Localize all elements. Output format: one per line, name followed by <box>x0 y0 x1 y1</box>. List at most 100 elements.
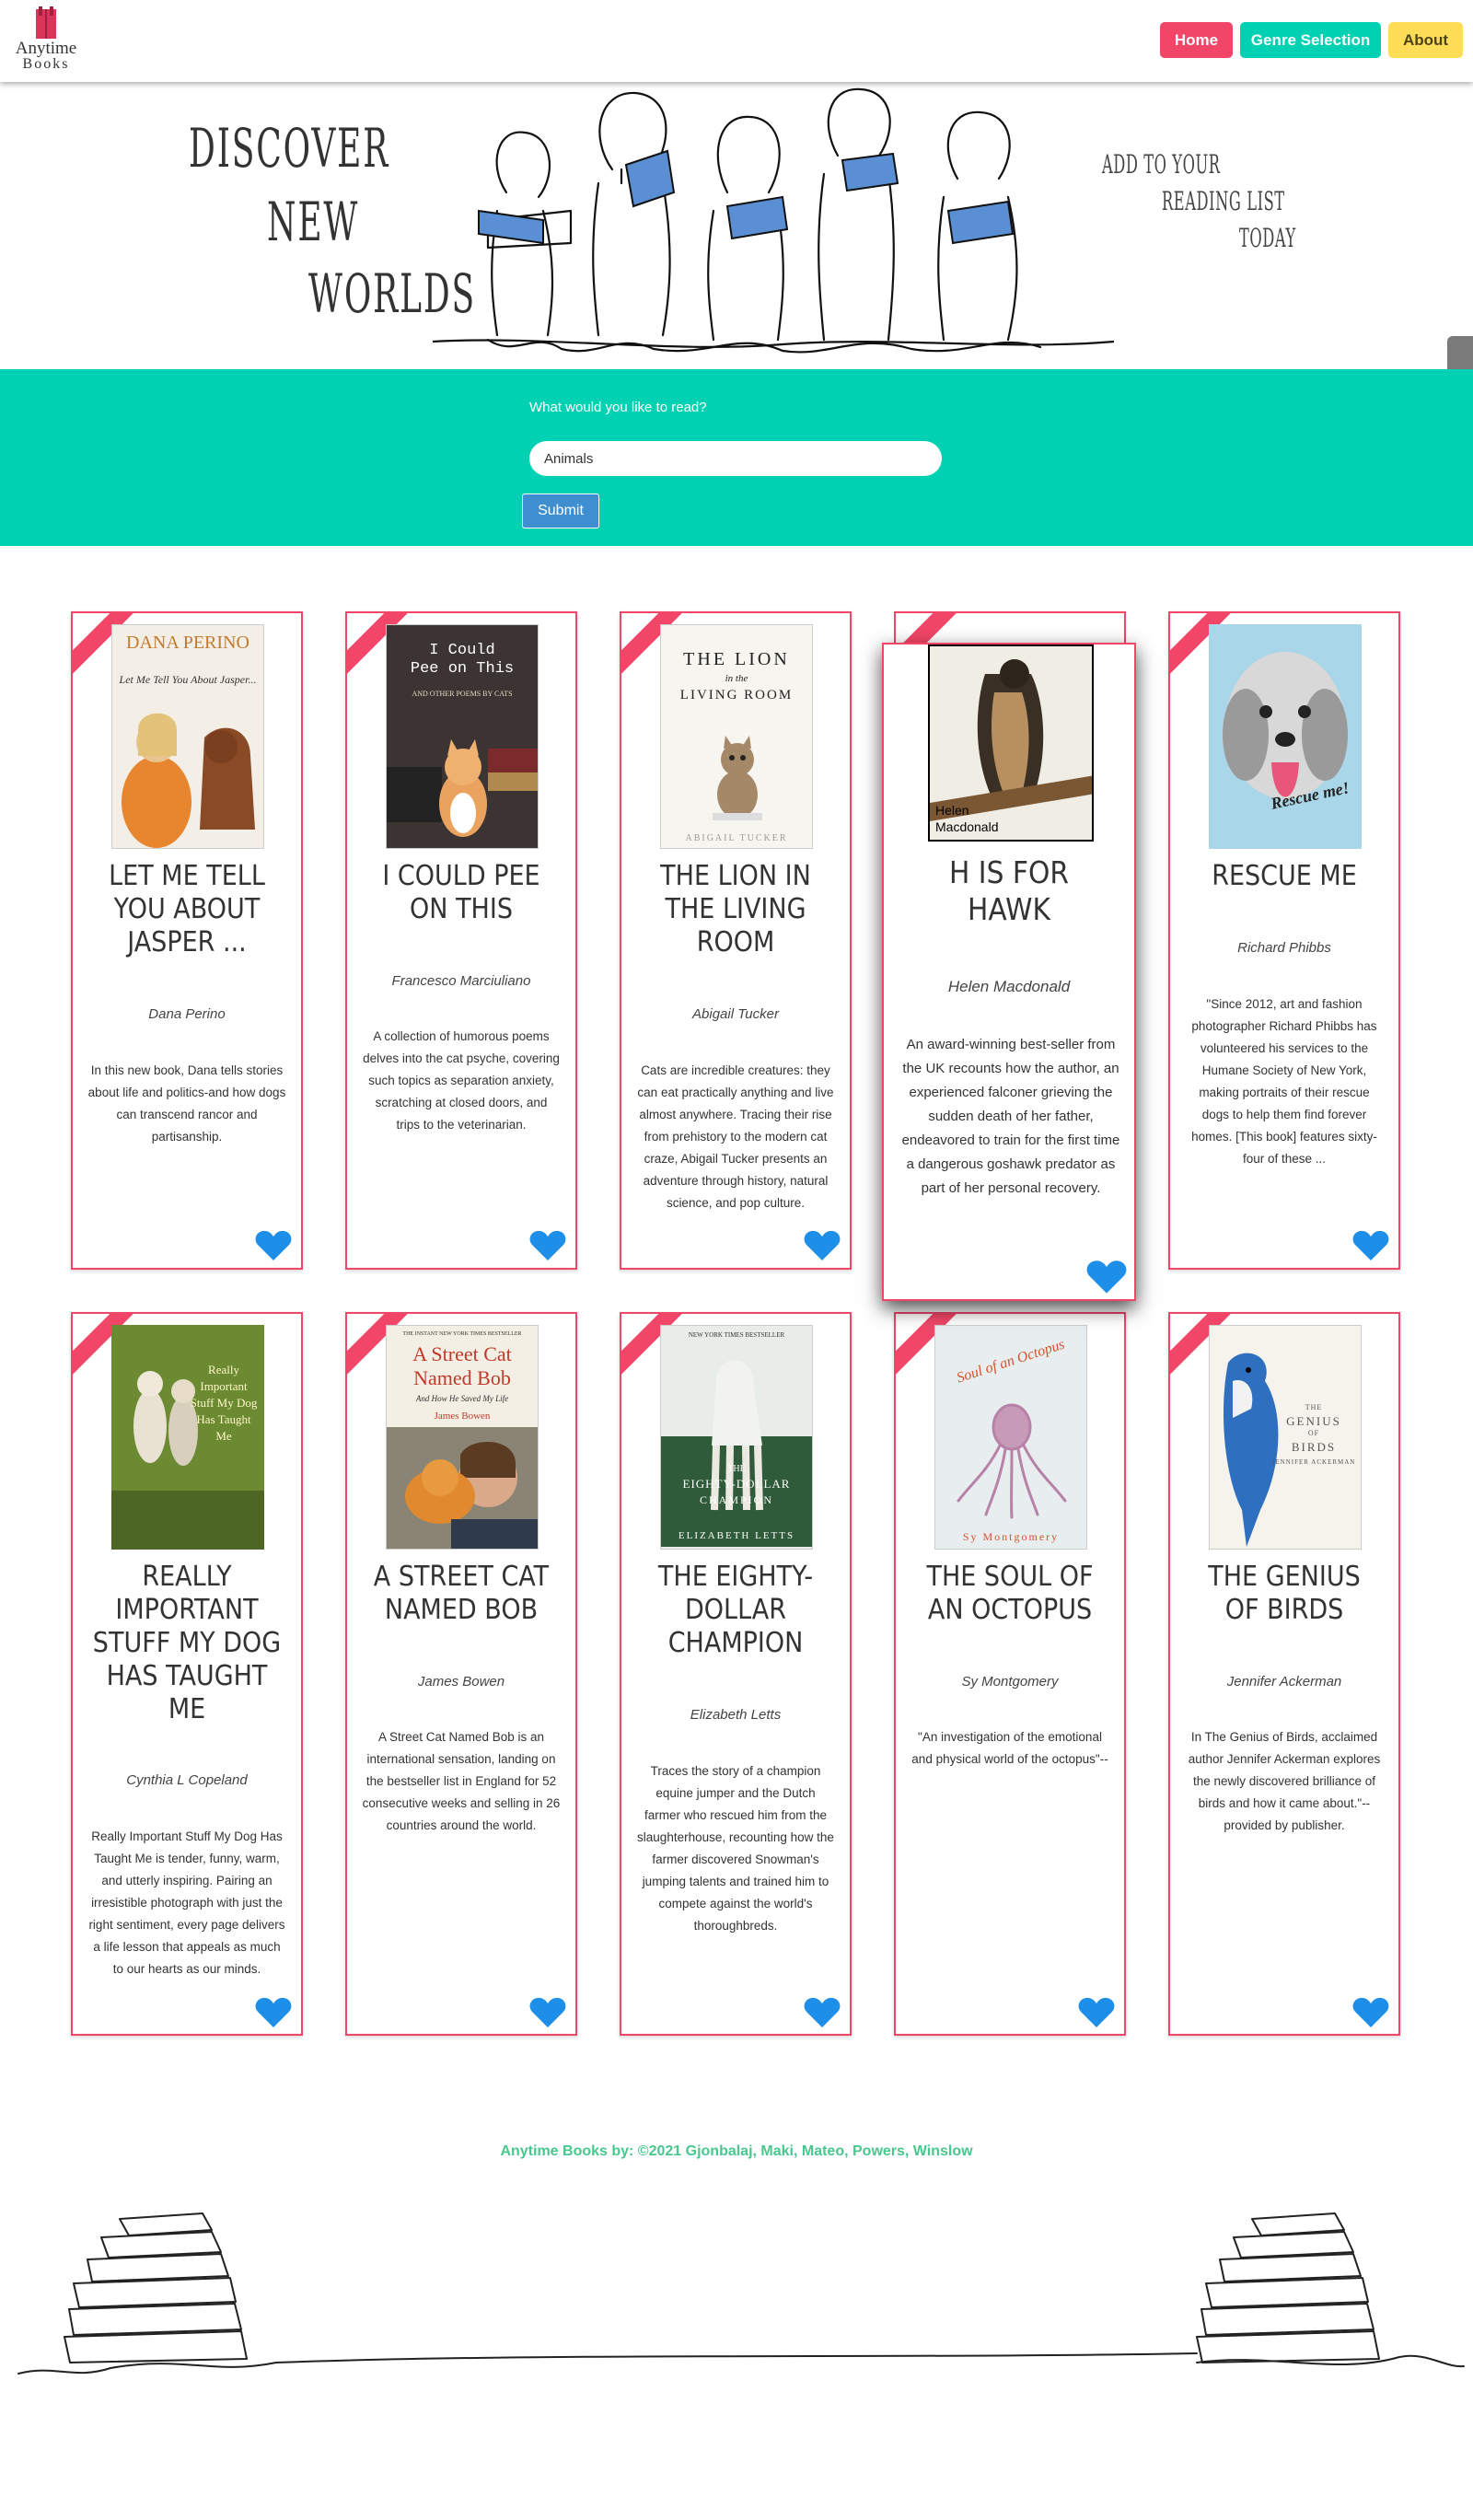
hero-tagline-line2: reading list <box>1162 186 1285 216</box>
book-cover: THE LION in the LIVING ROOM ABIGAIL TUCK… <box>660 624 813 849</box>
book-title: The Lion in the Living Room <box>660 860 811 958</box>
book-card[interactable]: THE LION in the LIVING ROOM ABIGAIL TUCK… <box>620 611 852 1270</box>
octopus-cover <box>957 1403 1067 1519</box>
search-label: What would you like to read? <box>529 400 707 415</box>
kitten-cover <box>713 736 762 820</box>
cover-title: A Street Cat <box>412 1342 512 1365</box>
favorite-heart-icon[interactable] <box>529 1997 566 2028</box>
cover-title: THE <box>1305 1403 1323 1411</box>
navbar: Anytime Books Home Genre Selection About <box>0 0 1473 82</box>
cover-title-3: LIVING ROOM <box>679 688 794 703</box>
book-card[interactable]: THE GENIUS OF BIRDS JENNIFER ACKERMAN Th… <box>1168 1312 1400 2036</box>
book-description: "An investigation of the emotional and p… <box>911 1730 1108 1766</box>
book-title: The Eighty-Dollar Champion <box>657 1561 814 1659</box>
book-description: A collection of humorous poems delves in… <box>363 1029 560 1132</box>
nav-home-button[interactable]: Home <box>1160 22 1233 58</box>
book-description: Traces the story of a champion equine ju… <box>637 1764 834 1933</box>
nav-about-button[interactable]: About <box>1388 22 1463 58</box>
book-title: Let Me Tell You About Jasper ... <box>109 860 265 958</box>
book-author: Helen Macdonald <box>947 978 1071 995</box>
book-author: Sy Montgomery <box>961 1674 1059 1690</box>
book-card[interactable]: Soul of an Octopus Sy Montgomery The Sou… <box>894 1312 1126 2036</box>
book-title: Rescue Me <box>1212 860 1357 892</box>
book-title: Really Important Stuff My Dog Has Taught… <box>92 1561 282 1725</box>
cover-title: THE <box>727 1464 746 1474</box>
cover-author: ABIGAIL TUCKER <box>685 833 788 843</box>
search-input[interactable] <box>529 441 942 476</box>
book-card[interactable]: THE INSTANT NEW YORK TIMES BESTSELLER A … <box>345 1312 577 2036</box>
book-title: The Soul of an Octopus <box>926 1561 1094 1626</box>
dog-photo-cover <box>122 713 255 848</box>
book-description: An award-winning best-seller from the UK… <box>901 1037 1120 1196</box>
footer-credit: Anytime Books by: ©2021 Gjonbalaj, Maki,… <box>500 2143 973 2159</box>
search-section: What would you like to read? Submit <box>0 369 1473 546</box>
book-card[interactable]: NEW YORK TIMES BESTSELLER THE EIGHTY-DOL… <box>620 1312 852 2036</box>
cover-title-4: BIRDS <box>1291 1440 1337 1454</box>
cover-subtitle: Let Me Tell You About Jasper... <box>119 673 257 686</box>
book-author: Dana Perino <box>148 1006 226 1022</box>
book-author: Francesco Marciuliano <box>391 973 531 989</box>
book-card[interactable]: I Could Pee on This AND OTHER POEMS BY C… <box>345 611 577 1270</box>
book-description: In The Genius of Birds, acclaimed author… <box>1188 1730 1381 1832</box>
cat-typewriter-cover <box>387 739 538 837</box>
cover-author: Sy Montgomery <box>962 1530 1060 1543</box>
book-author: James Bowen <box>417 1674 505 1690</box>
book-title: A Street Cat Named Bob <box>373 1561 550 1626</box>
cover-title: Soul of an Octopus <box>955 1336 1067 1387</box>
cover-subtitle: AND OTHER POEMS BY CATS <box>412 690 513 698</box>
nav-genre-button[interactable]: Genre Selection <box>1240 22 1381 58</box>
book-description: "Since 2012, art and fashion photographe… <box>1191 997 1377 1166</box>
book-author: Abigail Tucker <box>692 1006 779 1022</box>
cover-title-2: Named Bob <box>413 1366 511 1389</box>
book-card[interactable]: DANA PERINO Let Me Tell You About Jasper… <box>71 611 303 1270</box>
book-cover: Rescue me! <box>1209 624 1362 849</box>
favorite-heart-icon[interactable] <box>1078 1997 1115 2028</box>
book-cover: I Could Pee on This AND OTHER POEMS BY C… <box>386 624 539 849</box>
book-description: Cats are incredible creatures: they can … <box>637 1063 834 1210</box>
book-cover: Soul of an Octopus Sy Montgomery <box>934 1325 1087 1550</box>
favorite-heart-icon[interactable] <box>255 1230 292 1261</box>
cover-title: DANA PERINO <box>126 633 249 653</box>
cover-author-2: Macdonald <box>935 819 999 834</box>
children-reading-illustration <box>433 87 1114 354</box>
book-description: In this new book, Dana tells stories abo… <box>87 1063 286 1144</box>
book-description: A Street Cat Named Bob is an internation… <box>362 1730 561 1832</box>
book-description: Really Important Stuff My Dog Has Taught… <box>88 1829 285 1976</box>
cover-title: I Could <box>429 642 495 659</box>
favorite-heart-icon[interactable] <box>804 1997 841 2028</box>
cover-banner: NEW YORK TIMES BESTSELLER <box>688 1331 785 1339</box>
cover-author: JENNIFER ACKERMAN <box>1271 1458 1356 1466</box>
book-cover: DANA PERINO Let Me Tell You About Jasper… <box>111 624 264 849</box>
logo-text-line1: Anytime <box>15 39 77 58</box>
book-author: Elizabeth Letts <box>690 1707 782 1723</box>
horse-cover <box>661 1360 812 1547</box>
book-card[interactable]: Rescue me! Rescue Me Richard Phibbs "Sin… <box>1168 611 1400 1270</box>
book-card-hovered[interactable]: Helen Macdonald H Is for Hawk Helen Macd… <box>882 643 1136 1301</box>
cover-title-2: EIGHTY-DOLLAR <box>682 1477 791 1491</box>
hero-word-discover: Discover <box>189 117 390 180</box>
cover-author: James Bowen <box>434 1411 491 1422</box>
book-author: Cynthia L Copeland <box>126 1772 248 1788</box>
book-author: Richard Phibbs <box>1237 940 1331 956</box>
favorite-heart-icon[interactable] <box>804 1230 841 1261</box>
book-cover: THE INSTANT NEW YORK TIMES BESTSELLER A … <box>386 1325 539 1550</box>
favorite-heart-icon[interactable] <box>255 1997 292 2028</box>
book-title: The Genius of Birds <box>1208 1561 1361 1626</box>
favorite-heart-icon[interactable] <box>1086 1260 1127 1295</box>
favorite-heart-icon[interactable] <box>529 1230 566 1261</box>
submit-button[interactable]: Submit <box>522 494 599 528</box>
cover-banner: THE INSTANT NEW YORK TIMES BESTSELLER <box>402 1331 522 1337</box>
hero-banner: Discover new worlds <box>0 82 1473 376</box>
book-card[interactable]: Really Important Stuff My Dog Has Taught… <box>71 1312 303 2036</box>
favorite-heart-icon[interactable] <box>1352 1230 1389 1261</box>
book-title: H Is for Hawk <box>949 854 1069 927</box>
site-logo[interactable]: Anytime Books <box>9 6 83 75</box>
book-cover: NEW YORK TIMES BESTSELLER THE EIGHTY-DOL… <box>660 1325 813 1550</box>
cover-title-3: OF <box>1307 1429 1320 1437</box>
cover-author: Helen <box>935 803 969 818</box>
book-cover: Really Important Stuff My Dog Has Taught… <box>111 1325 264 1550</box>
hero-word-new: new <box>267 191 360 253</box>
blue-jay-cover <box>1224 1353 1279 1547</box>
favorite-heart-icon[interactable] <box>1352 1997 1389 2028</box>
cover-title: THE LION <box>683 649 790 669</box>
